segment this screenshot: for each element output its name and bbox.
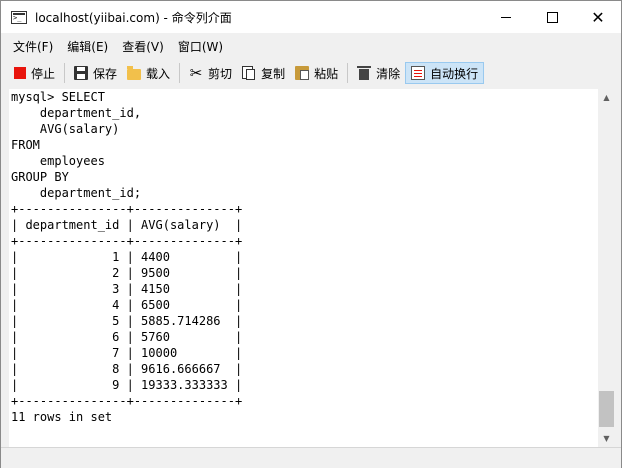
toolbar-separator [347,63,349,83]
copy-label: 复制 [261,66,286,81]
save-button[interactable]: 保存 [69,62,122,84]
app-window: localhost(yiibai.com) - 命令列介面 ✕ 文件(F) 编辑… [0,0,622,468]
menu-window[interactable]: 窗口(W) [172,38,229,55]
terminal-icon [11,10,27,24]
menu-edit[interactable]: 编辑(E) [61,38,114,55]
save-label: 保存 [93,66,118,81]
cut-label: 剪切 [208,66,233,81]
close-button[interactable]: ✕ [575,1,621,33]
stop-icon [14,67,26,79]
clear-button[interactable]: 清除 [352,62,405,84]
status-bar [1,447,621,468]
toolbar-separator [179,63,181,83]
word-wrap-toggle[interactable]: 自动换行 [405,62,485,84]
stop-button[interactable]: 停止 [9,62,60,84]
save-icon [74,66,89,80]
clear-label: 清除 [376,66,401,81]
console-text[interactable]: mysql> SELECT department_id, AVG(salary)… [9,89,598,425]
word-wrap-icon [411,66,426,80]
toolbar-separator [64,63,66,83]
clipboard-icon [295,66,310,80]
window-controls: ✕ [483,1,621,33]
toolbar: 停止 保存 载入 ✂ 剪切 复制 粘贴 清除 自动换行 [1,59,621,87]
scroll-up-arrow-icon[interactable]: ▲ [598,89,615,106]
load-button[interactable]: 载入 [122,62,175,84]
console-output-area[interactable]: mysql> SELECT department_id, AVG(salary)… [9,89,598,447]
trash-icon [357,66,372,80]
maximize-button[interactable] [529,1,575,33]
scrollbar-thumb[interactable] [599,391,614,427]
stop-label: 停止 [31,66,56,81]
folder-icon [127,65,142,80]
word-wrap-label: 自动换行 [430,66,479,81]
cut-button[interactable]: ✂ 剪切 [184,62,237,84]
vertical-scrollbar[interactable]: ▲ ▼ [598,89,615,447]
menu-view[interactable]: 查看(V) [116,38,170,55]
scissors-icon: ✂ [189,64,203,82]
paste-button[interactable]: 粘贴 [290,62,343,84]
load-label: 载入 [146,66,171,81]
menu-file[interactable]: 文件(F) [7,38,59,55]
scroll-down-arrow-icon[interactable]: ▼ [598,430,615,447]
copy-button[interactable]: 复制 [237,62,290,84]
copy-icon [242,66,256,80]
title-bar[interactable]: localhost(yiibai.com) - 命令列介面 ✕ [1,1,621,33]
minimize-button[interactable] [483,1,529,33]
window-title: localhost(yiibai.com) - 命令列介面 [35,10,232,25]
paste-label: 粘贴 [314,66,339,81]
menu-bar: 文件(F) 编辑(E) 查看(V) 窗口(W) [1,33,621,59]
